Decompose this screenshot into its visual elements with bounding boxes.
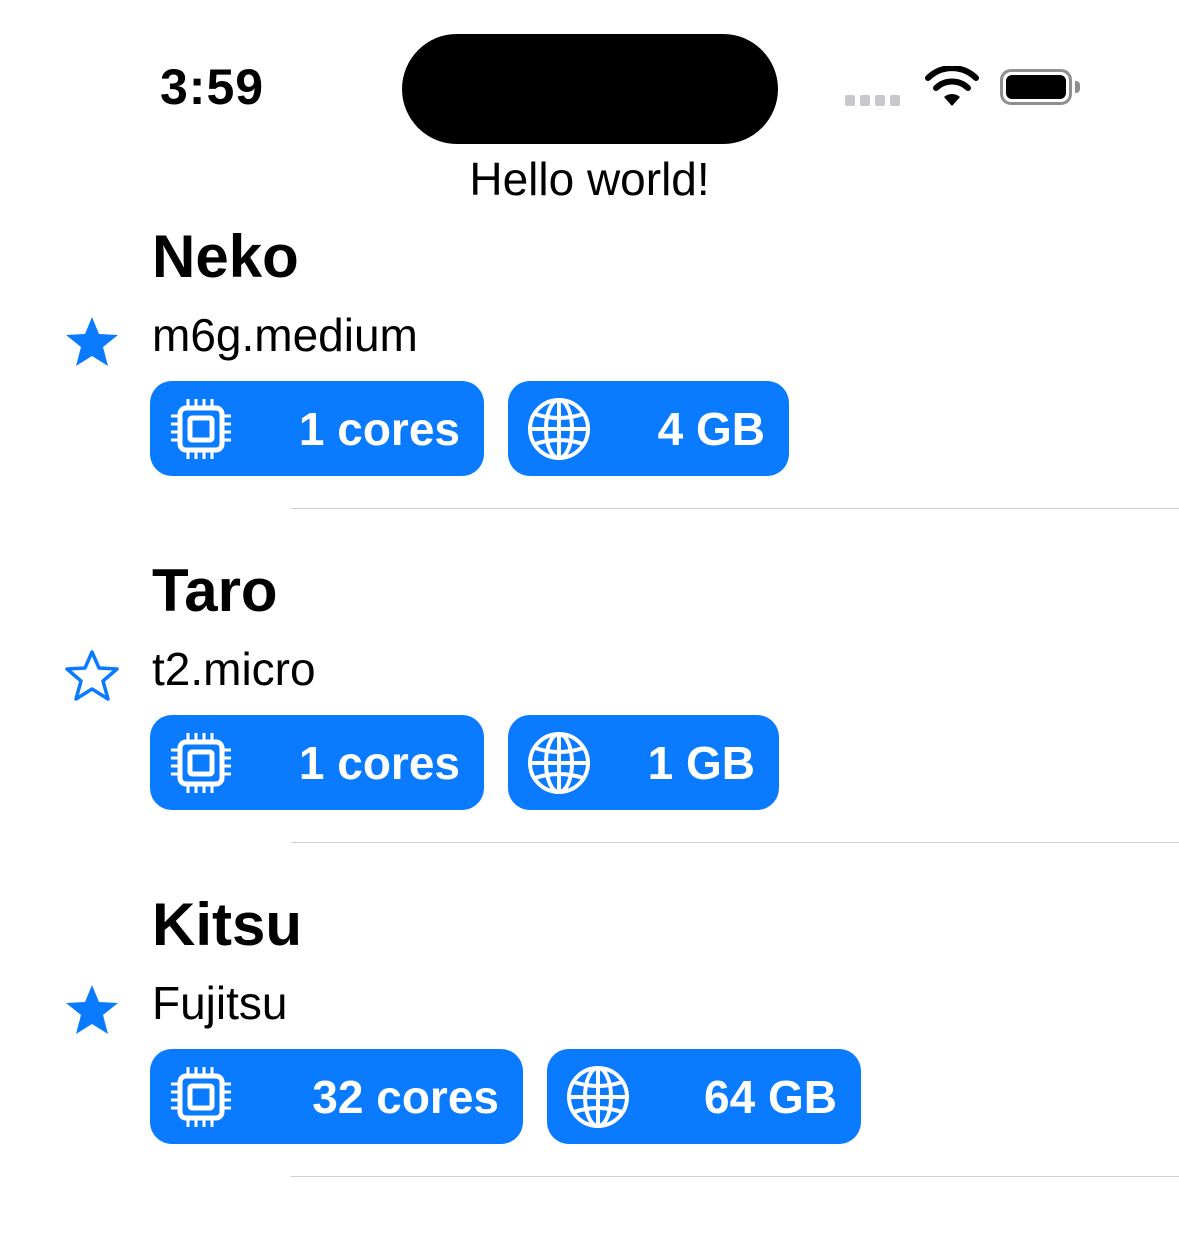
star-outline-icon[interactable] bbox=[63, 648, 121, 704]
screen: 3:59 Hello world! Neko m6g.medium 1 core… bbox=[0, 0, 1179, 1240]
divider bbox=[291, 842, 1179, 843]
status-time: 3:59 bbox=[160, 59, 265, 115]
item-name: Taro bbox=[152, 557, 278, 624]
cores-chip: 32 cores bbox=[150, 1049, 523, 1144]
cpu-icon bbox=[171, 398, 231, 459]
cores-chip: 1 cores bbox=[150, 381, 484, 476]
item-name: Kitsu bbox=[152, 891, 302, 958]
item-name: Neko bbox=[152, 223, 299, 290]
cpu-icon bbox=[171, 1066, 231, 1127]
list-item[interactable]: Taro t2.micro 1 cores 1 GB bbox=[0, 556, 1179, 890]
chip-group: 32 cores 64 GB bbox=[150, 1049, 861, 1144]
cores-label: 32 cores bbox=[312, 1070, 499, 1123]
chip-group: 1 cores 1 GB bbox=[150, 715, 779, 810]
memory-chip: 4 GB bbox=[508, 381, 789, 476]
divider bbox=[291, 1176, 1179, 1177]
globe-icon bbox=[528, 731, 590, 794]
globe-icon bbox=[567, 1065, 629, 1128]
cores-label: 1 cores bbox=[298, 402, 460, 455]
item-type: Fujitsu bbox=[152, 977, 288, 1029]
globe-icon bbox=[528, 397, 590, 460]
item-type: m6g.medium bbox=[152, 309, 418, 361]
star-fill-icon[interactable] bbox=[63, 982, 121, 1038]
memory-chip: 64 GB bbox=[547, 1049, 861, 1144]
star-fill-icon[interactable] bbox=[63, 314, 121, 370]
cores-chip: 1 cores bbox=[150, 715, 484, 810]
divider bbox=[291, 508, 1179, 509]
chip-group: 1 cores 4 GB bbox=[150, 381, 789, 476]
item-type: t2.micro bbox=[152, 643, 316, 695]
memory-label: 1 GB bbox=[647, 736, 755, 789]
list-item[interactable]: Kitsu Fujitsu 32 cores 64 GB bbox=[0, 890, 1179, 1224]
memory-label: 64 GB bbox=[704, 1070, 837, 1123]
dynamic-island bbox=[402, 34, 778, 144]
memory-label: 4 GB bbox=[657, 402, 765, 455]
cellular-signal-icon bbox=[845, 95, 900, 106]
battery-icon bbox=[1000, 69, 1080, 105]
memory-chip: 1 GB bbox=[508, 715, 779, 810]
cpu-icon bbox=[171, 732, 231, 793]
list-item[interactable]: Neko m6g.medium 1 cores 4 GB bbox=[0, 222, 1179, 556]
cores-label: 1 cores bbox=[298, 736, 460, 789]
wifi-icon bbox=[925, 66, 979, 106]
page-title: Hello world! bbox=[469, 153, 710, 205]
